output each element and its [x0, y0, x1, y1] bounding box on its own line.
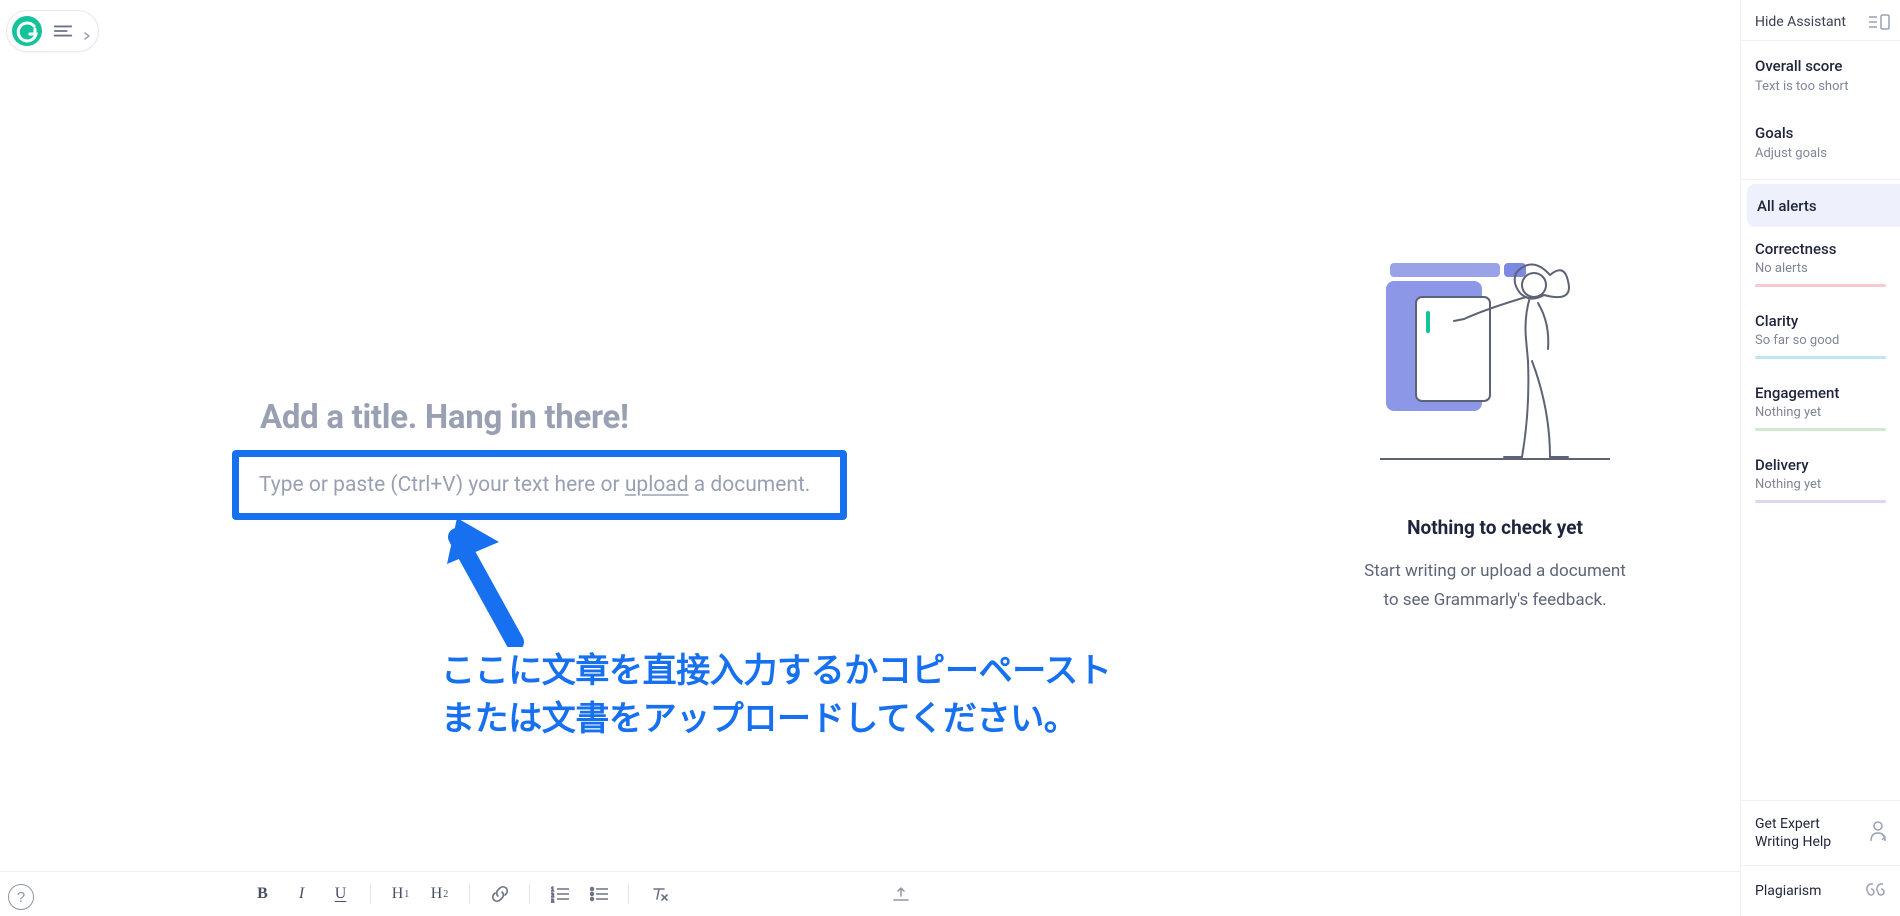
menu-button[interactable] — [46, 14, 80, 48]
toolbar-separator — [469, 884, 470, 904]
underline-button[interactable]: U — [323, 879, 358, 909]
ordered-list-button[interactable]: 123 — [542, 879, 577, 909]
body-input-placeholder: Type or paste (Ctrl+V) your text here or… — [259, 473, 810, 497]
engagement-underline — [1755, 428, 1886, 431]
person-icon — [1868, 820, 1888, 846]
toolbar-separator — [628, 884, 629, 904]
annotation-arrow-icon — [445, 512, 545, 647]
assistant-header: Hide Assistant — [1741, 0, 1900, 41]
correctness-tab[interactable]: Correctness No alerts — [1741, 227, 1900, 299]
feedback-empty-state: Nothing to check yet Start writing or up… — [1280, 245, 1710, 615]
title-input-placeholder[interactable]: Add a title. Hang in there! — [260, 398, 629, 437]
assistant-panel: Hide Assistant Overall score Text is too… — [1740, 0, 1900, 916]
unordered-list-button[interactable] — [581, 879, 616, 909]
expand-caret-icon[interactable] — [82, 26, 92, 36]
clear-formatting-button[interactable] — [641, 879, 676, 909]
grammarly-logo-icon[interactable] — [10, 14, 44, 48]
expert-help-button[interactable]: Get Expert Writing Help — [1741, 801, 1900, 865]
svg-text:3: 3 — [551, 899, 554, 903]
toolbar-separator — [529, 884, 530, 904]
help-button[interactable]: ? — [8, 884, 34, 910]
annotation-text: ここに文章を直接入力するかコピーペースト または文書をアップロードしてください。 — [441, 648, 1111, 743]
body-input[interactable]: Type or paste (Ctrl+V) your text here or… — [232, 450, 847, 520]
clarity-underline — [1755, 356, 1886, 359]
h1-button[interactable]: H1 — [383, 879, 418, 909]
link-button[interactable] — [482, 879, 517, 909]
delivery-underline — [1755, 500, 1886, 503]
goals-section[interactable]: Goals Adjust goals — [1741, 108, 1900, 175]
clarity-tab[interactable]: Clarity So far so good — [1741, 299, 1900, 371]
empty-state-illustration-icon — [1380, 245, 1610, 480]
empty-state-description: Start writing or upload a document to se… — [1280, 557, 1710, 615]
all-alerts-tab[interactable]: All alerts — [1747, 184, 1900, 227]
engagement-tab[interactable]: Engagement Nothing yet — [1741, 371, 1900, 443]
editor-expand-button[interactable] — [885, 878, 917, 910]
editor-mini-toolbar — [6, 10, 99, 52]
italic-button[interactable]: I — [284, 879, 319, 909]
hide-assistant-button[interactable]: Hide Assistant — [1755, 14, 1846, 30]
empty-state-title: Nothing to check yet — [1280, 516, 1710, 539]
panel-layout-icon[interactable] — [1868, 14, 1890, 30]
format-toolbar: B I U H1 H2 123 — [0, 871, 1740, 916]
toolbar-separator — [370, 884, 371, 904]
h2-button[interactable]: H2 — [422, 879, 457, 909]
correctness-underline — [1755, 284, 1886, 287]
plagiarism-button[interactable]: Plagiarism — [1741, 865, 1900, 916]
upload-link[interactable]: upload — [625, 473, 689, 497]
quotes-icon — [1864, 880, 1888, 902]
bold-button[interactable]: B — [245, 879, 280, 909]
delivery-tab[interactable]: Delivery Nothing yet — [1741, 443, 1900, 515]
overall-score-section[interactable]: Overall score Text is too short — [1741, 41, 1900, 108]
panel-divider — [1741, 179, 1900, 180]
